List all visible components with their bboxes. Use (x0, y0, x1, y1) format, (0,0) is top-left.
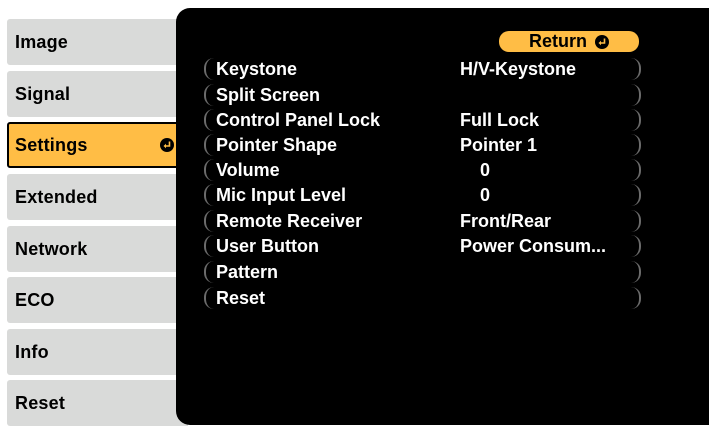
menu-item-eco[interactable]: ECO (7, 277, 188, 323)
menu-item-label: ECO (15, 289, 55, 310)
setting-row-remote-receiver[interactable]: Remote Receiver Front/Rear (204, 210, 641, 232)
setting-label: Split Screen (216, 85, 321, 105)
setting-value: 0 (480, 160, 491, 180)
enter-icon (595, 34, 609, 49)
setting-row-reset[interactable]: Reset (204, 287, 641, 309)
setting-label: Keystone (216, 59, 298, 79)
menu-item-info[interactable]: Info (7, 329, 188, 375)
menu-item-extended[interactable]: Extended (7, 174, 188, 220)
setting-row-control-panel-lock[interactable]: Control Panel Lock Full Lock (204, 109, 641, 131)
setting-row-user-button[interactable]: User Button Power Consum... (204, 235, 641, 257)
enter-icon (160, 138, 174, 152)
menu-item-label: Settings (15, 134, 88, 155)
setting-value: Front/Rear (460, 211, 552, 231)
setting-row-mic-input-level[interactable]: Mic Input Level 0 (204, 184, 641, 206)
setting-label: Pattern (216, 262, 279, 282)
return-label: Return (529, 31, 587, 51)
setting-label: Mic Input Level (216, 185, 347, 205)
menu-item-label: Image (15, 31, 69, 52)
menu-item-label: Signal (15, 83, 71, 104)
menu-item-image[interactable]: Image (7, 19, 188, 65)
setting-value: Power Consum... (460, 236, 607, 256)
menu-item-label: Reset (15, 392, 66, 413)
setting-value: Pointer 1 (460, 135, 538, 155)
setting-value: 0 (480, 185, 491, 205)
menu-item-reset[interactable]: Reset (7, 380, 188, 426)
setting-row-split-screen[interactable]: Split Screen (204, 84, 641, 106)
setting-label: Pointer Shape (216, 135, 338, 155)
setting-label: Control Panel Lock (216, 110, 381, 130)
setting-row-keystone[interactable]: Keystone H/V-Keystone (204, 58, 641, 80)
setting-value: Full Lock (460, 110, 540, 130)
setting-row-pattern[interactable]: Pattern (204, 261, 641, 283)
setting-row-pointer-shape[interactable]: Pointer Shape Pointer 1 (204, 134, 641, 156)
menu-item-label: Info (15, 341, 49, 362)
menu-item-settings[interactable]: Settings (7, 122, 186, 168)
return-button[interactable]: Return (499, 31, 639, 52)
menu-item-label: Network (15, 238, 88, 259)
setting-label: Reset (216, 288, 266, 308)
menu-item-label: Extended (15, 186, 98, 207)
menu-item-signal[interactable]: Signal (7, 71, 188, 117)
menu-item-network[interactable]: Network (7, 226, 188, 272)
setting-value: H/V-Keystone (460, 59, 577, 79)
setting-row-volume[interactable]: Volume 0 (204, 159, 641, 181)
setting-label: Volume (216, 160, 280, 180)
setting-label: Remote Receiver (216, 211, 363, 231)
setting-label: User Button (216, 236, 319, 256)
